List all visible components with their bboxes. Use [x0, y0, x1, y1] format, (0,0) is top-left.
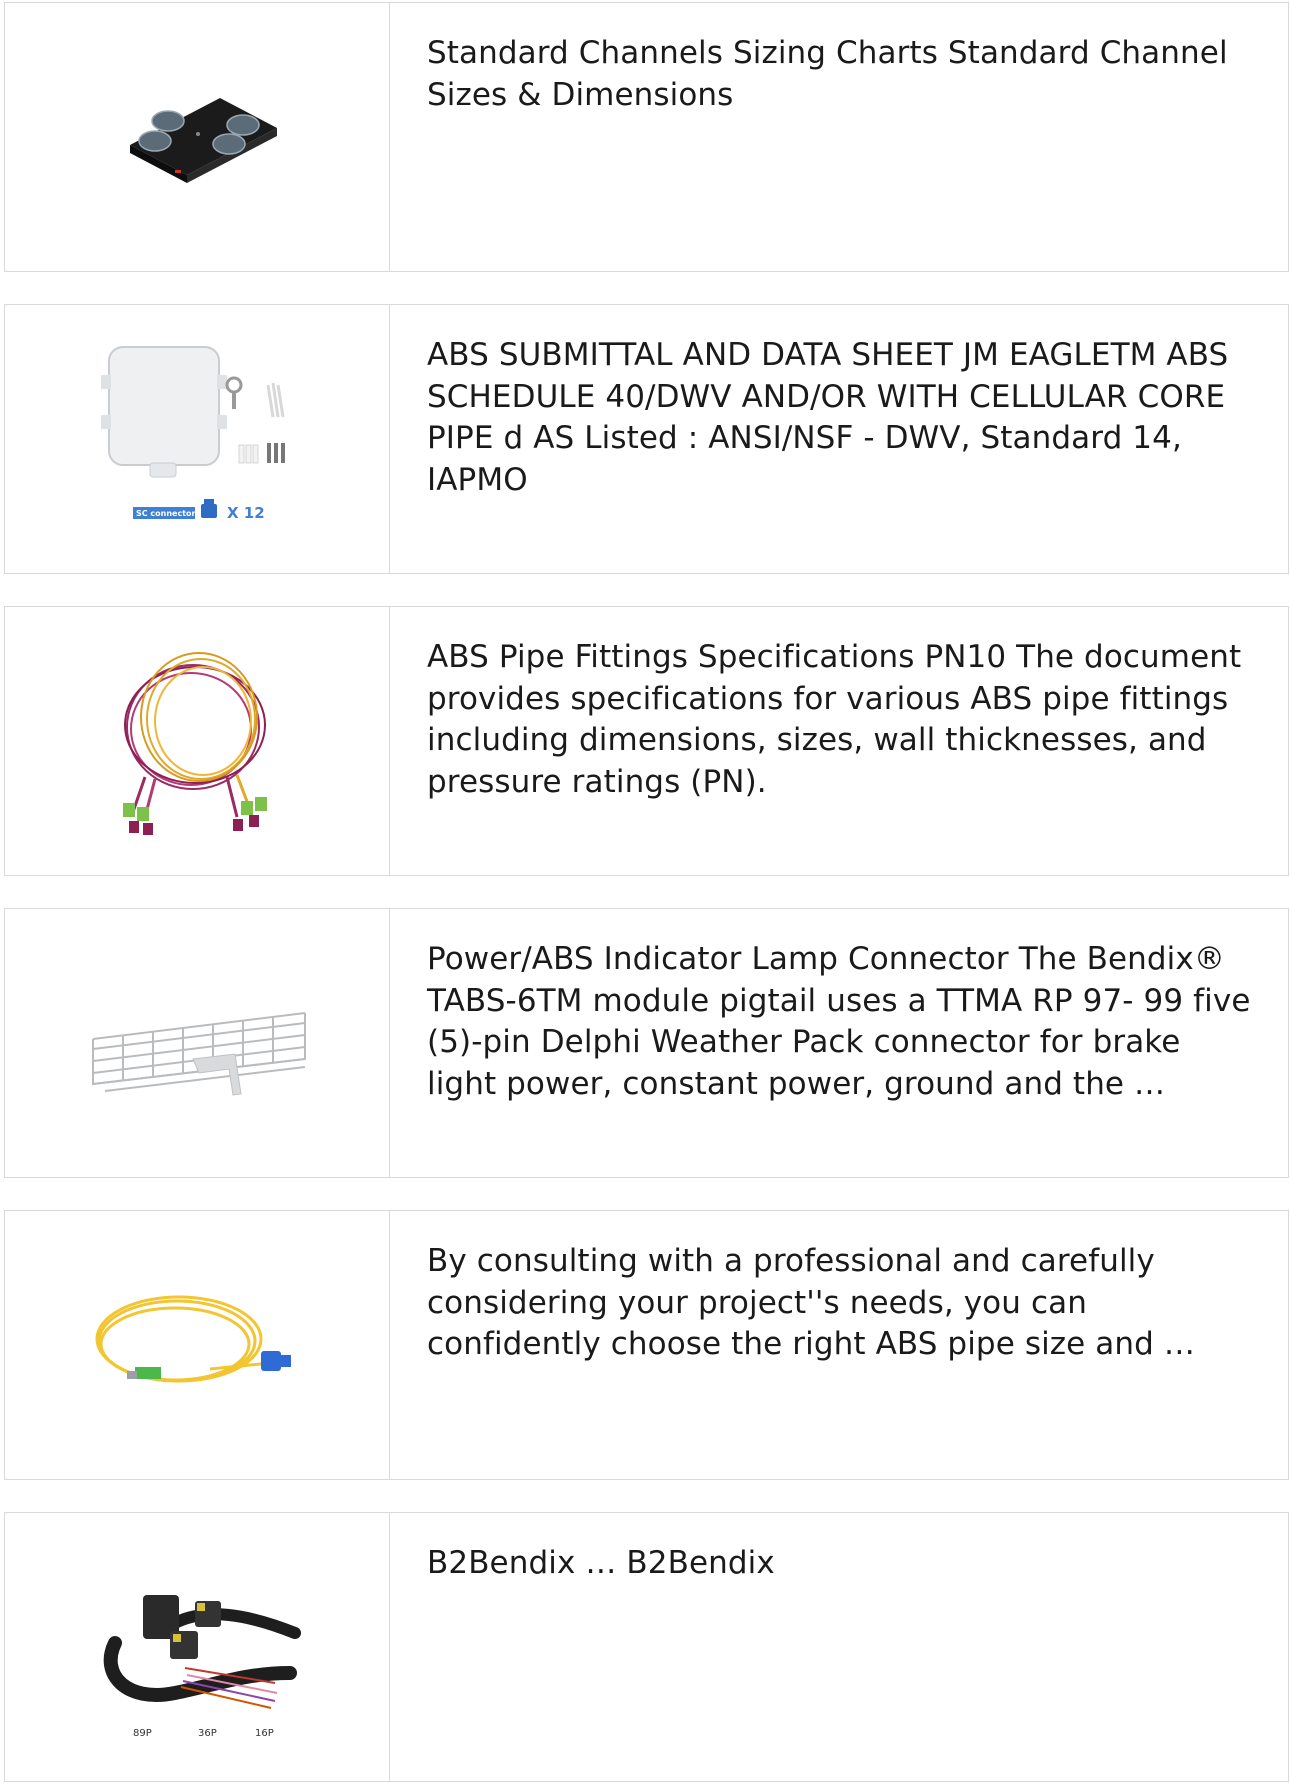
result-card[interactable]: ABS Pipe Fittings Specifications PN10 Th… — [4, 606, 1289, 876]
result-card[interactable]: 89P 36P 16P B2Bendix … B2Bendix — [4, 1512, 1289, 1782]
quantity-label: X 12 — [227, 504, 265, 522]
result-description[interactable]: B2Bendix … B2Bendix — [427, 1543, 1252, 1585]
result-card[interactable]: Power/ABS Indicator Lamp Connector The B… — [4, 908, 1289, 1178]
product-thumbnail[interactable]: SC connector X 12 — [5, 305, 390, 573]
result-description[interactable]: Standard Channels Sizing Charts Standard… — [427, 33, 1252, 116]
fiber-patch-cord-coils-icon — [123, 652, 267, 835]
wire-mesh-cable-tray-icon — [92, 1012, 306, 1096]
rack-fan-tray-icon — [130, 98, 277, 183]
result-description[interactable]: By consulting with a professional and ca… — [427, 1241, 1252, 1366]
product-thumbnail[interactable] — [5, 607, 390, 875]
fiber-patch-cable-icon — [95, 1295, 291, 1383]
product-thumbnail[interactable]: 89P 36P 16P — [5, 1513, 390, 1781]
result-card[interactable]: By consulting with a professional and ca… — [4, 1210, 1289, 1480]
product-thumbnail[interactable] — [5, 3, 390, 271]
result-description[interactable]: ABS SUBMITTAL AND DATA SHEET JM EAGLETM … — [427, 335, 1252, 501]
fiber-terminal-box-icon: SC connector X 12 — [101, 346, 285, 522]
result-description[interactable]: Power/ABS Indicator Lamp Connector The B… — [427, 939, 1252, 1105]
result-card[interactable]: Standard Channels Sizing Charts Standard… — [4, 2, 1289, 272]
result-description[interactable]: ABS Pipe Fittings Specifications PN10 Th… — [427, 637, 1252, 803]
result-card[interactable]: SC connector X 12 ABS SUBMITTAL AND DATA… — [4, 304, 1289, 574]
pin-label-16p: 16P — [255, 1728, 274, 1739]
pin-label-89p: 89P — [133, 1728, 152, 1739]
wiring-harness-icon: 89P 36P 16P — [103, 1595, 301, 1739]
connector-label: SC connector — [136, 509, 196, 518]
product-thumbnail[interactable] — [5, 909, 390, 1177]
product-thumbnail[interactable] — [5, 1211, 390, 1479]
pin-label-36p: 36P — [198, 1728, 217, 1739]
